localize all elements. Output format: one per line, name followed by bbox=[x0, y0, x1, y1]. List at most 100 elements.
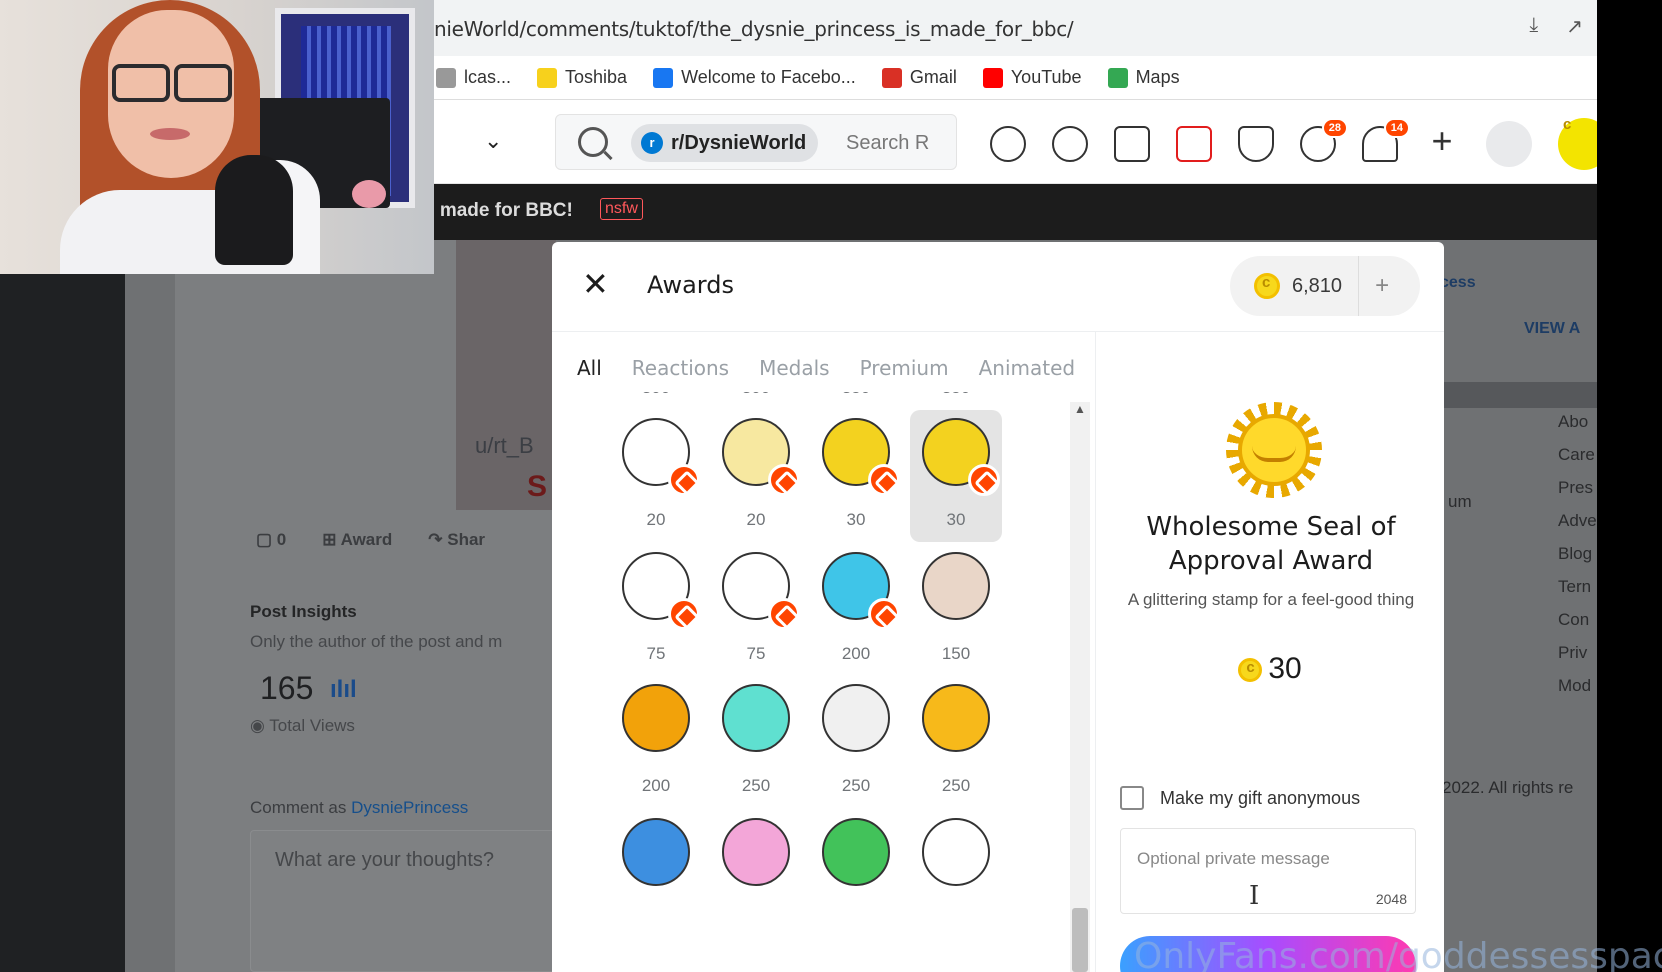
award-price: 200 bbox=[841, 644, 871, 663]
footer-link[interactable]: Blog bbox=[1558, 544, 1592, 564]
live-icon[interactable] bbox=[1114, 126, 1150, 162]
tip-hat-snoo-award-icon bbox=[622, 552, 700, 630]
starstruck-snoo-award[interactable]: 20 bbox=[710, 410, 802, 542]
webcam-plush bbox=[352, 180, 386, 208]
post-image-letter: S bbox=[527, 470, 548, 503]
award-top-4[interactable]: 350 bbox=[910, 392, 1002, 410]
facebook-icon bbox=[653, 67, 674, 88]
private-message-placeholder: Optional private message bbox=[1137, 849, 1330, 868]
frog-award[interactable] bbox=[810, 810, 902, 942]
awards-grid: 300 300 350 350 20 20 30 30 75 75 200 150 200 250 250 2… bbox=[610, 392, 1050, 972]
footer-link[interactable]: Con bbox=[1558, 610, 1589, 630]
award-button[interactable]: ⊞ Award bbox=[322, 530, 392, 550]
bookmark-item[interactable]: Maps bbox=[1107, 67, 1180, 88]
tab-animated[interactable]: Animated bbox=[979, 356, 1076, 380]
nsfw-badge: nsfw bbox=[600, 198, 643, 220]
footer-link[interactable]: Adve bbox=[1558, 511, 1597, 531]
narwhal-salute-award[interactable]: 30 bbox=[810, 410, 902, 542]
awards-scrollbar[interactable]: ▲ bbox=[1070, 402, 1090, 972]
award-top-1[interactable]: 300 bbox=[610, 392, 702, 410]
crown-bubble-award[interactable]: 250 bbox=[710, 676, 802, 808]
sidebar-link[interactable]: cess bbox=[1440, 274, 1476, 292]
award-tabs: All Reactions Medals Premium Animated bbox=[577, 356, 1105, 380]
comment-placeholder: What are your thoughts? bbox=[275, 849, 495, 871]
comment-textarea[interactable]: What are your thoughts? bbox=[250, 830, 560, 972]
share-icon[interactable]: ↗ bbox=[1566, 14, 1583, 39]
scroll-up-arrow-icon[interactable]: ▲ bbox=[1074, 402, 1086, 416]
snoo-box-award[interactable] bbox=[910, 810, 1002, 942]
crying-snoo-award[interactable]: 75 bbox=[710, 544, 802, 676]
comments-button[interactable]: ▢ 0 bbox=[256, 530, 286, 550]
frog-award-icon bbox=[822, 818, 890, 886]
coin-balance-pill: 6,810 + bbox=[1230, 256, 1420, 316]
bookmarks-bar: lcas... Toshiba Welcome to Facebo... Gmail Y… bbox=[420, 56, 1597, 100]
comment-user-link[interactable]: DysniePrincess bbox=[351, 798, 468, 817]
anonymous-checkbox[interactable] bbox=[1120, 786, 1144, 810]
tab-medals[interactable]: Medals bbox=[759, 356, 830, 380]
private-message-input[interactable]: Optional private message I 2048 bbox=[1120, 828, 1416, 914]
post-title[interactable]: s made for BBC! bbox=[424, 200, 573, 222]
ghost-face-award[interactable]: 250 bbox=[810, 676, 902, 808]
animated-badge-icon bbox=[868, 464, 900, 496]
tab-all[interactable]: All bbox=[577, 356, 602, 380]
coin-divider bbox=[1358, 256, 1360, 316]
url-text[interactable]: nieWorld/comments/tuktof/the_dysnie_prin… bbox=[434, 17, 1074, 41]
bookmark-item[interactable]: Gmail bbox=[881, 67, 957, 88]
bookmark-item[interactable]: lcas... bbox=[436, 67, 511, 88]
bookmark-item[interactable]: Welcome to Facebo... bbox=[653, 67, 856, 88]
footer-link[interactable]: Tern bbox=[1558, 577, 1591, 597]
subreddit-name: r/DysnieWorld bbox=[671, 131, 807, 154]
cake-award[interactable]: 150 bbox=[910, 544, 1002, 676]
chat-icon[interactable]: 28 bbox=[1300, 118, 1348, 162]
animated-badge-icon bbox=[668, 598, 700, 630]
animated-badge-icon bbox=[668, 464, 700, 496]
plus-icon[interactable]: + bbox=[1424, 123, 1460, 162]
buy-coins-button[interactable]: + bbox=[1375, 272, 1389, 300]
footer-link[interactable]: Abo bbox=[1558, 412, 1588, 432]
stats-icon[interactable] bbox=[1052, 126, 1088, 162]
award-top-2[interactable]: 300 bbox=[710, 392, 802, 410]
tip-hat-snoo-award[interactable]: 75 bbox=[610, 544, 702, 676]
awards-modal: ✕ Awards 6,810 + All Reactions Medals Premi… bbox=[552, 242, 1444, 972]
bookmark-item[interactable]: YouTube bbox=[982, 67, 1082, 88]
tab-premium[interactable]: Premium bbox=[860, 356, 949, 380]
cat-face-award[interactable]: 250 bbox=[910, 676, 1002, 808]
bookmark-label: Welcome to Facebo... bbox=[681, 67, 856, 87]
award-price: 300 bbox=[610, 392, 702, 398]
award-top-3[interactable]: 350 bbox=[810, 392, 902, 410]
megaphone-icon[interactable] bbox=[1486, 121, 1532, 167]
scrollbar-thumb[interactable] bbox=[1072, 908, 1088, 972]
plus-one-award[interactable]: 200 bbox=[610, 676, 702, 808]
princess-snoo-award-icon bbox=[722, 818, 790, 886]
wholesome-seal-award[interactable]: 30 bbox=[910, 410, 1002, 542]
arrow-left-award[interactable]: 200 bbox=[810, 544, 902, 676]
install-icon[interactable]: ⤓ bbox=[1529, 14, 1538, 39]
bookmark-label: YouTube bbox=[1010, 67, 1082, 87]
close-icon[interactable]: ✕ bbox=[582, 268, 609, 300]
heart-eyes-snoo-award[interactable]: 20 bbox=[610, 410, 702, 542]
award-price: 250 bbox=[841, 776, 871, 795]
view-all-link[interactable]: VIEW A bbox=[1524, 320, 1580, 338]
award-price: 20 bbox=[646, 510, 666, 529]
award-price: 350 bbox=[910, 392, 1002, 398]
footer-link[interactable]: Care bbox=[1558, 445, 1595, 465]
chevron-down-icon[interactable]: ⌄ bbox=[484, 128, 502, 154]
princess-snoo-award[interactable] bbox=[710, 810, 802, 942]
bookmark-item[interactable]: Toshiba bbox=[537, 67, 627, 88]
footer-link[interactable]: Mod bbox=[1558, 676, 1591, 696]
popular-icon[interactable] bbox=[990, 126, 1026, 162]
shield-icon[interactable] bbox=[1238, 126, 1274, 162]
bell-icon[interactable]: 14 bbox=[1362, 118, 1410, 162]
webcam-overlay bbox=[0, 0, 434, 274]
share-button[interactable]: ↷ Shar bbox=[428, 530, 485, 550]
search-bar[interactable]: r r/DysnieWorld Search R bbox=[555, 114, 957, 170]
footer-link[interactable]: Pres bbox=[1558, 478, 1593, 498]
tab-reactions[interactable]: Reactions bbox=[632, 356, 729, 380]
til-book-award[interactable] bbox=[610, 810, 702, 942]
coins-shop-icon[interactable] bbox=[1176, 126, 1212, 162]
subreddit-filter-pill[interactable]: r r/DysnieWorld bbox=[631, 124, 819, 162]
award-price: 350 bbox=[810, 392, 902, 398]
share-label: Shar bbox=[447, 530, 486, 549]
address-bar[interactable]: nieWorld/comments/tuktof/the_dysnie_prin… bbox=[420, 0, 1597, 56]
footer-link[interactable]: Priv bbox=[1558, 643, 1587, 663]
